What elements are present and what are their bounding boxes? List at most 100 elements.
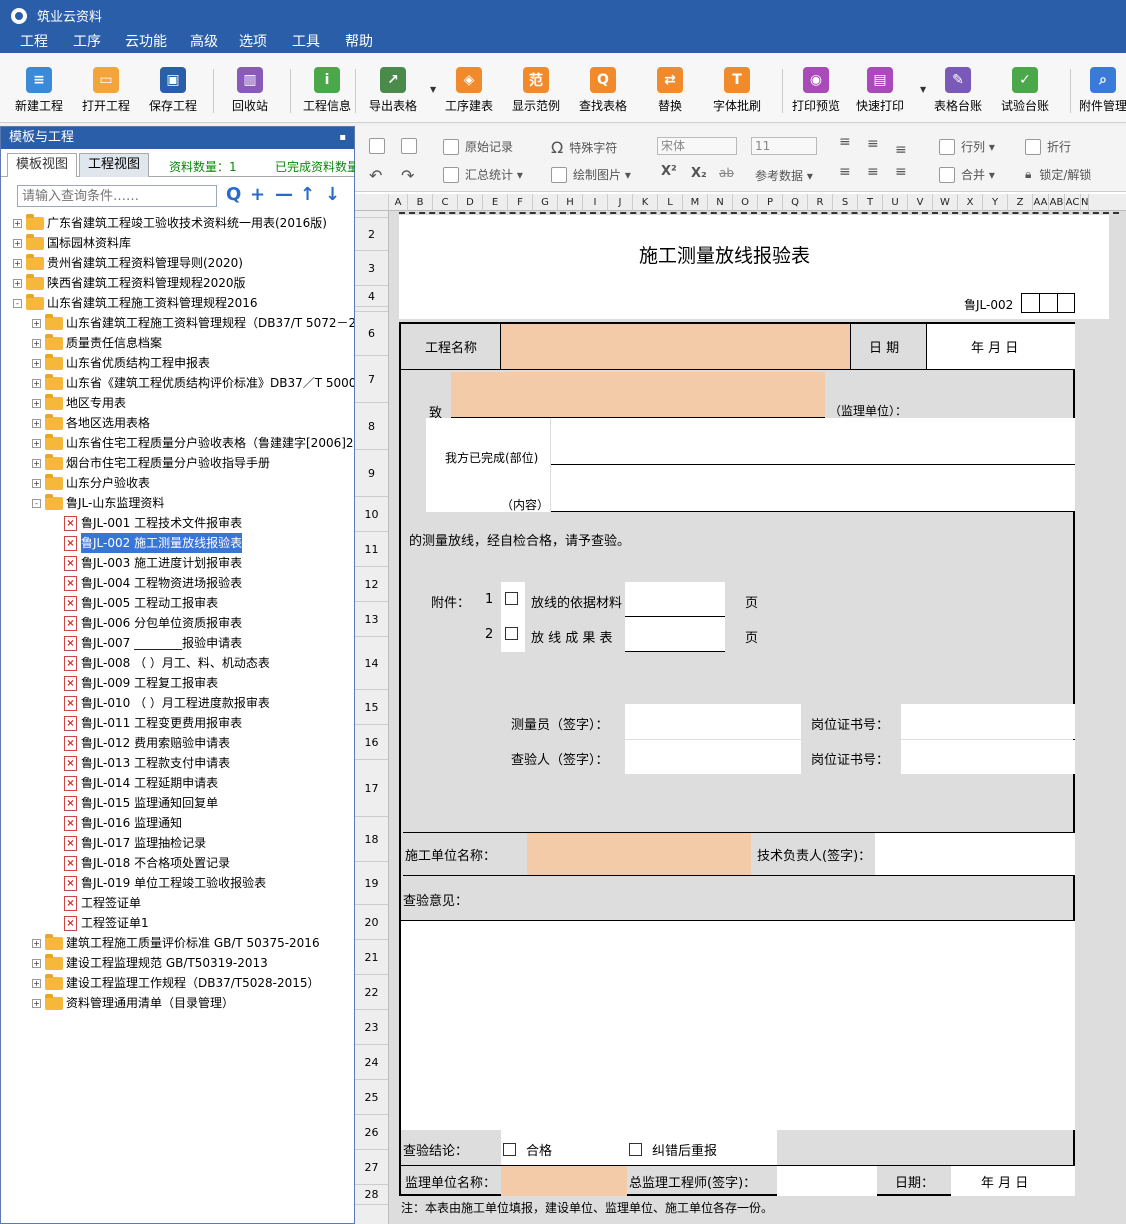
resubmit-checkbox[interactable] [629,1143,642,1156]
column-header-cell[interactable]: E [483,194,508,211]
expand-icon[interactable]: + [32,998,41,1008]
column-header-cell[interactable]: V [908,194,933,211]
toolbar-button-6[interactable]: ◈ 工序建表 [437,67,501,119]
column-header-cell[interactable]: K [633,194,658,211]
column-header-cell[interactable]: W [933,194,958,211]
minus-icon[interactable]: — [275,184,293,205]
location-field[interactable] [551,418,1075,465]
menu-1[interactable]: 工序 [73,33,101,51]
tree-file[interactable]: × 工程签证单1 [64,913,149,933]
row-header-cell[interactable]: 18 [355,817,388,862]
column-header-cell[interactable]: L [658,194,683,211]
tree-file[interactable]: × 鲁JL-012 费用索赔验申请表 [64,733,230,753]
expand-icon[interactable]: + [32,398,41,408]
tree-folder[interactable]: + 建设工程监理工作规程（DB37/T5028-2015） [32,973,320,993]
paste-icon[interactable] [401,138,423,154]
tree-folder[interactable]: + 建设工程监理规范 GB/T50319-2013 [32,953,268,973]
tree-file[interactable]: × 鲁JL-018 不合格项处置记录 [64,853,230,873]
summary-button[interactable]: 汇总统计 ▾ [443,166,523,183]
date-field-2[interactable]: 年 月 日 [951,1165,1075,1196]
expand-icon[interactable]: + [13,218,22,228]
tree-file[interactable]: × 鲁JL-015 监理通知回复单 [64,793,218,813]
row-header-cell[interactable]: 24 [355,1045,388,1080]
redo-icon[interactable]: ↷ [401,166,414,185]
tree-folder[interactable]: + 山东省《建筑工程优质结构评价标准》DB37／T 5000-2 [32,373,354,393]
menu-6[interactable]: 帮助 [345,33,373,51]
special-char-button[interactable]: Ω 特殊字符 [551,138,617,157]
expand-icon[interactable]: + [32,418,41,428]
attachment-1-checkbox[interactable] [505,592,518,605]
expand-icon[interactable]: + [32,378,41,388]
column-header-cell[interactable]: M [683,194,708,211]
tree-file[interactable]: × 鲁JL-013 工程款支付申请表 [64,753,230,773]
row-header-cell[interactable]: 27 [355,1150,388,1185]
supervision-unit-name-field[interactable] [501,1165,627,1196]
tab-project-view[interactable]: 工程视图 [79,153,150,177]
row-header-cell[interactable]: 22 [355,975,388,1010]
toolbar-button-10[interactable]: T 字体批刷 [705,67,769,119]
tree-file[interactable]: × 鲁JL-017 监理抽检记录 [64,833,206,853]
construction-unit-field[interactable] [527,832,751,876]
column-header-cell[interactable]: A [389,194,408,211]
column-header-cell[interactable]: J [608,194,633,211]
tree-file[interactable]: × 鲁JL-003 施工进度计划报审表 [64,553,242,573]
tree-folder[interactable]: + 各地区选用表格 [32,413,150,433]
toolbar-button-13[interactable]: ✎ 表格台账 [926,67,990,119]
row-header-cell[interactable]: 10 [355,497,388,532]
cert-field-2[interactable] [901,740,1075,774]
column-header-cell[interactable]: G [533,194,558,211]
search-icon[interactable]: Q [226,184,241,205]
column-header-cell[interactable]: N [708,194,733,211]
surveyor-field[interactable] [625,704,801,739]
toolbar-button-5[interactable]: ↗ 导出表格 [361,67,425,119]
row-header-cell[interactable]: 9 [355,450,388,497]
toolbar-button-12[interactable]: ▤ 快速打印 [848,67,912,119]
tree-file[interactable]: × 鲁JL-002 施工测量放线报验表 [64,533,243,553]
dropdown-arrow-icon[interactable]: ▼ [430,85,436,94]
tree-file[interactable]: × 鲁JL-005 工程动工报审表 [64,593,218,613]
toolbar-button-0[interactable]: ≡ 新建工程 [7,67,71,119]
column-header-cell[interactable]: D [458,194,483,211]
tree-file[interactable]: × 鲁JL-011 工程变更费用报审表 [64,713,242,733]
row-header-cell[interactable]: 15 [355,690,388,725]
expand-icon[interactable]: + [32,938,41,948]
menu-0[interactable]: 工程 [20,33,48,51]
toolbar-button-3[interactable]: ▥ 回收站 [218,67,282,119]
column-header-cell[interactable]: Q [783,194,808,211]
column-header-cell[interactable]: B [408,194,433,211]
project-name-field[interactable] [501,324,851,370]
row-header-cell[interactable]: 20 [355,905,388,940]
row-header-cell[interactable]: 3 [355,251,388,286]
align-left-text-icon[interactable]: ≡ [839,164,851,180]
tree-folder[interactable]: + 地区专用表 [32,393,126,413]
column-header-cell[interactable]: C [433,194,458,211]
tree-folder[interactable]: + 质量责任信息档案 [32,333,162,353]
column-header-cell[interactable]: F [508,194,533,211]
attachment-2-checkbox[interactable] [505,627,518,640]
column-header-cell[interactable]: I [583,194,608,211]
align-left-icon[interactable]: ≡ [839,134,851,150]
expand-icon[interactable]: + [32,358,41,368]
toolbar-button-4[interactable]: i 工程信息 [295,67,359,119]
draw-image-button[interactable]: 绘制图片 ▾ [551,166,631,183]
expand-icon[interactable]: + [32,978,41,988]
tree-file[interactable]: × 鲁JL-004 工程物资进场报验表 [64,573,242,593]
row-header-cell[interactable]: 8 [355,403,388,450]
expand-icon[interactable]: + [13,238,22,248]
align-center-text-icon[interactable]: ≡ [867,164,879,180]
column-header-cell[interactable]: O [733,194,758,211]
lock-button[interactable]: 🔒︎ 锁定/解锁 [1025,166,1091,183]
attachment-1-pages[interactable] [625,582,725,617]
tree-file[interactable]: × 鲁JL-014 工程延期申请表 [64,773,218,793]
menu-4[interactable]: 选项 [239,33,267,51]
column-header-cell[interactable]: U [883,194,908,211]
tree-folder[interactable]: + 山东省建筑工程施工资料管理规程（DB37/T 5072－201 [32,313,354,333]
row-header-cell[interactable]: 13 [355,602,388,637]
font-select[interactable]: 宋体 [657,137,737,155]
tree-folder[interactable]: + 贵州省建筑工程资料管理导则(2020) [13,253,243,273]
align-center-icon[interactable]: ≡ [867,136,879,152]
row-header-cell[interactable]: 12 [355,567,388,602]
toolbar-button-8[interactable]: Q 查找表格 [571,67,635,119]
toolbar-button-7[interactable]: 范显示范例 [504,67,568,119]
expand-icon[interactable]: + [13,258,22,268]
